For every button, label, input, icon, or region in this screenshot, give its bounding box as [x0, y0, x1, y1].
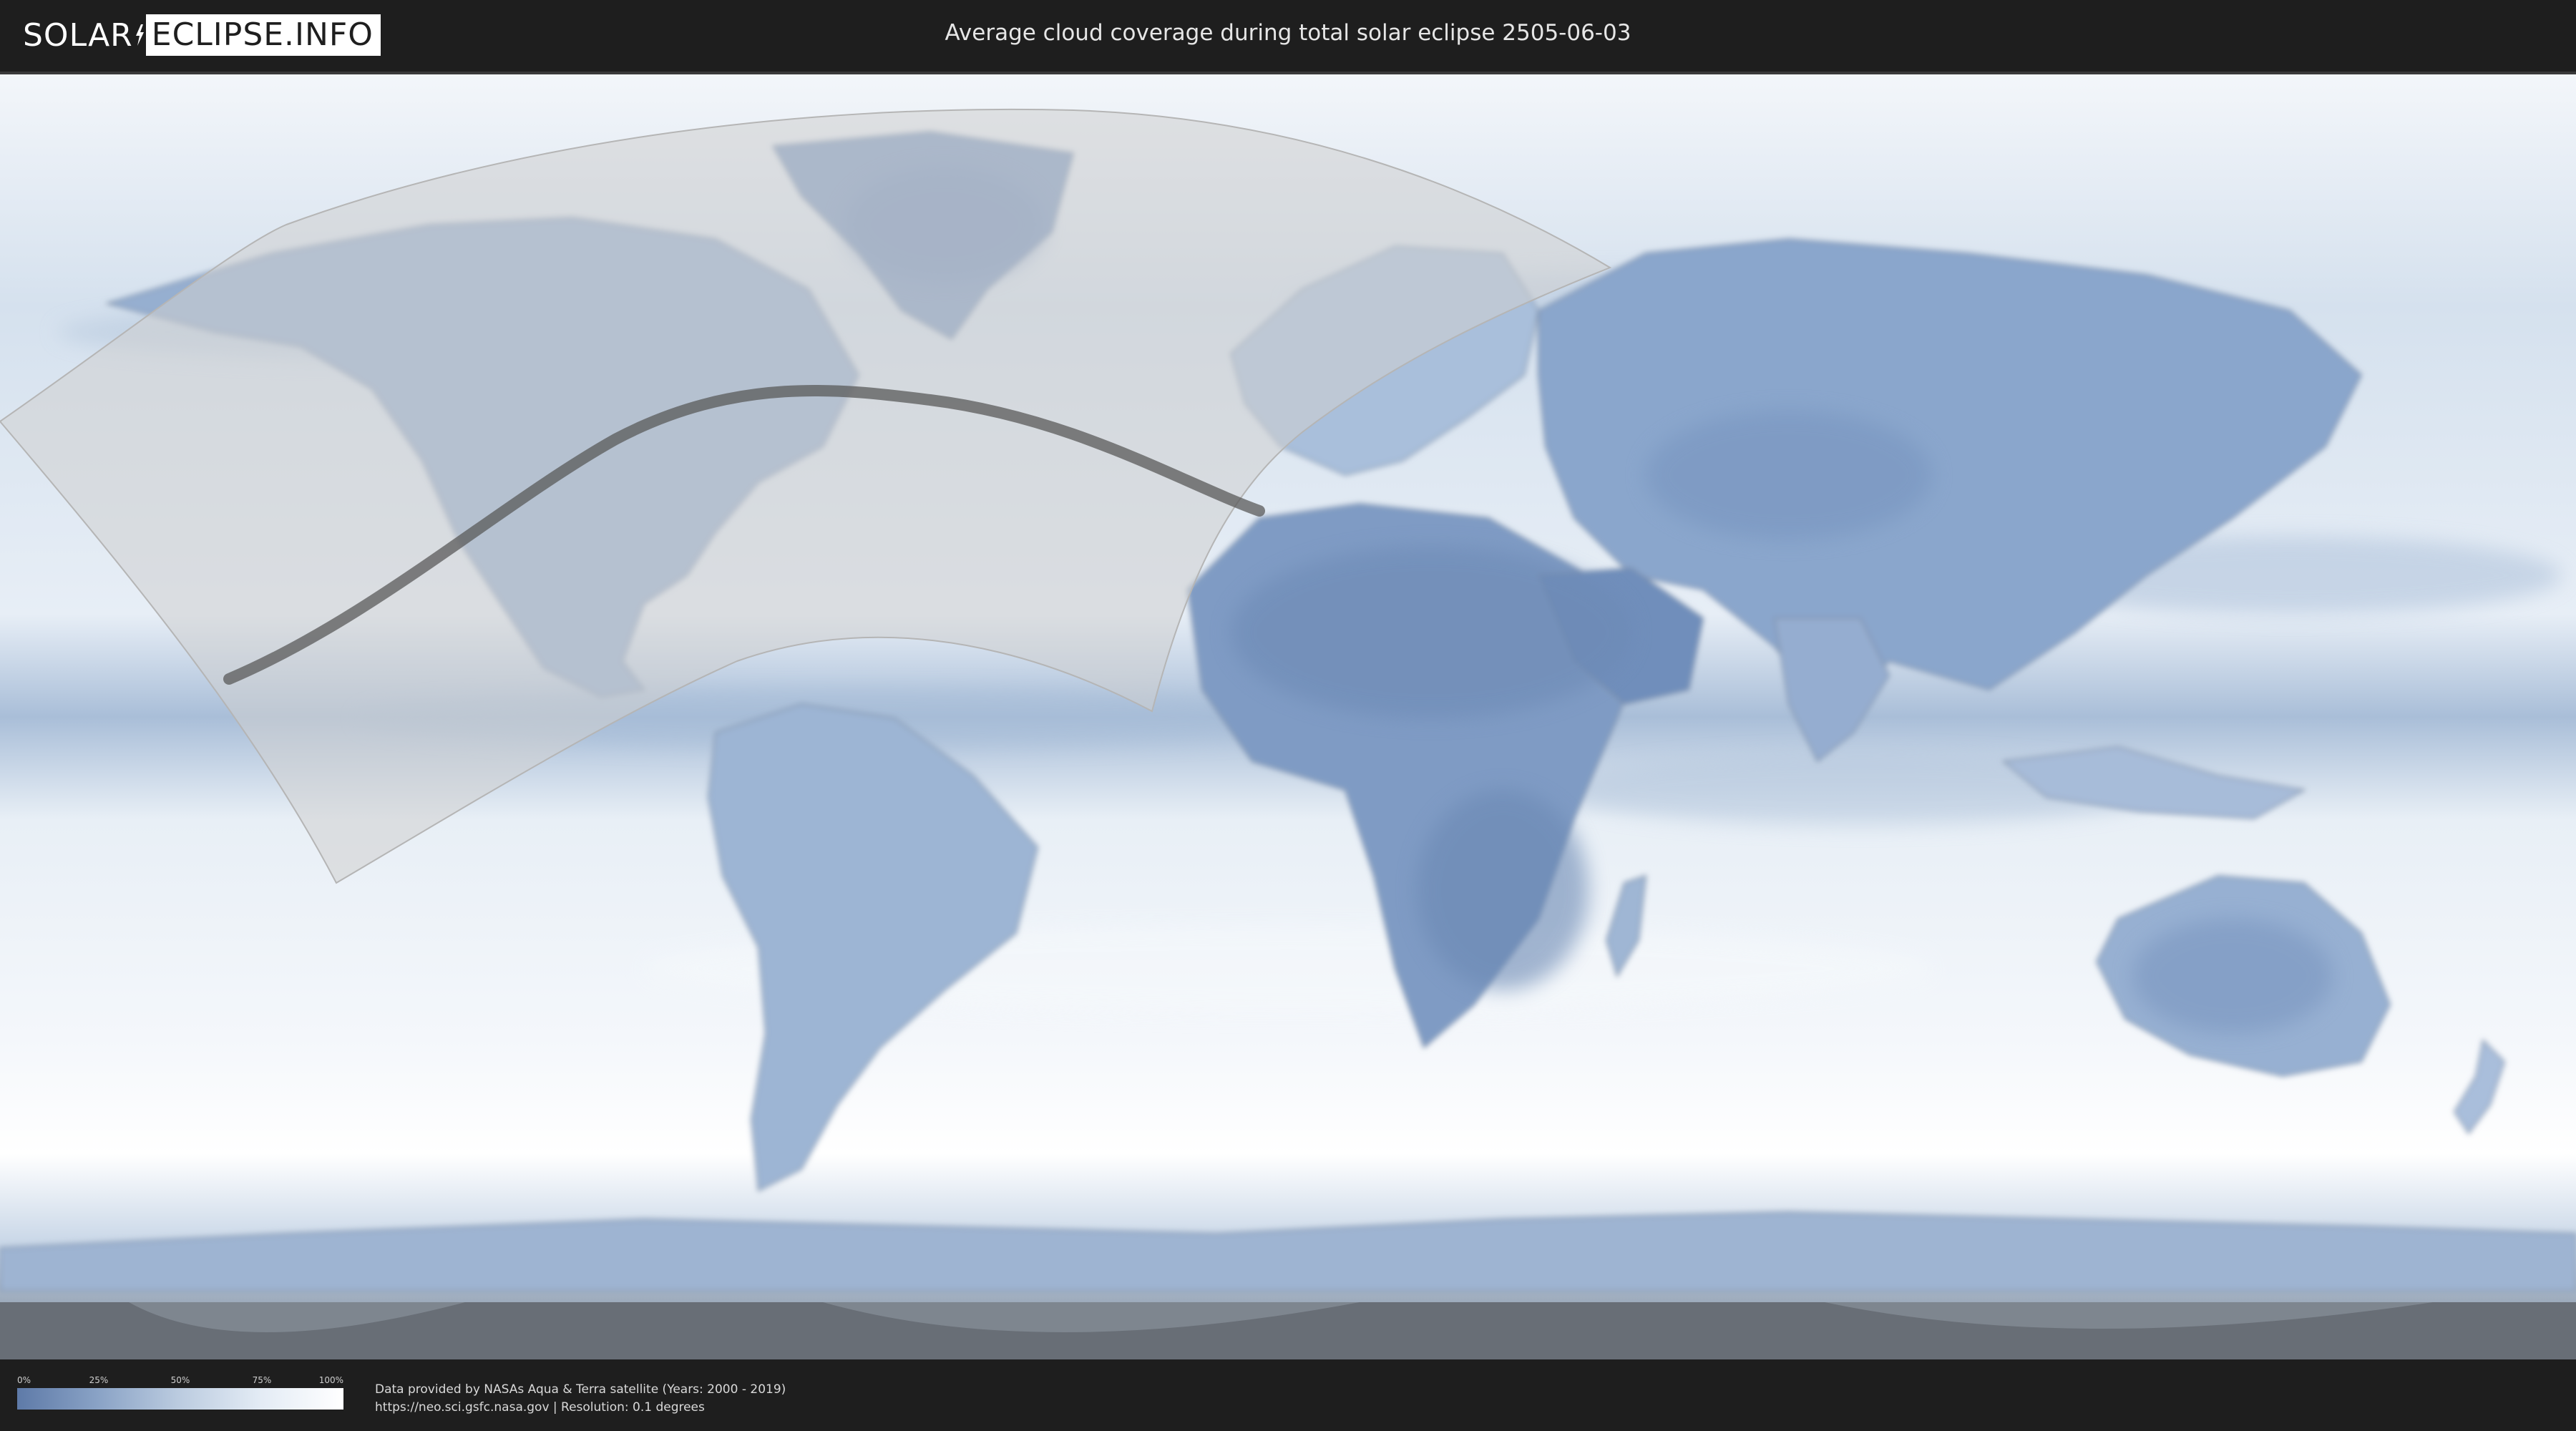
data-credits: Data provided by NASAs Aqua & Terra sate…	[375, 1381, 786, 1417]
legend-tick-0: 0%	[17, 1375, 31, 1385]
legend-tick-25: 25%	[89, 1375, 109, 1385]
legend-tick-75: 75%	[252, 1375, 272, 1385]
legend-ticks: 0% 25% 50% 75% 100%	[17, 1375, 343, 1388]
cloud-coverage-legend: 0% 25% 50% 75% 100%	[17, 1375, 343, 1410]
south-polar-strip	[0, 1302, 2576, 1359]
page-title: Average cloud coverage during total sola…	[945, 20, 1631, 46]
legend-tick-100: 100%	[318, 1375, 343, 1385]
footer-bar: 0% 25% 50% 75% 100% Data provided by NAS…	[0, 1359, 2576, 1431]
header-bar: SOLAR ECLIPSE.INFO Average cloud coverag…	[0, 0, 2576, 72]
legend-gradient-bar	[17, 1388, 343, 1410]
world-map-svg	[0, 74, 2576, 1359]
credits-line-source: Data provided by NASAs Aqua & Terra sate…	[375, 1382, 786, 1397]
cloud-coverage-map[interactable]	[0, 72, 2576, 1359]
credits-line-url: https://neo.sci.gsfc.nasa.gov | Resoluti…	[375, 1400, 705, 1415]
legend-tick-50: 50%	[170, 1375, 190, 1385]
